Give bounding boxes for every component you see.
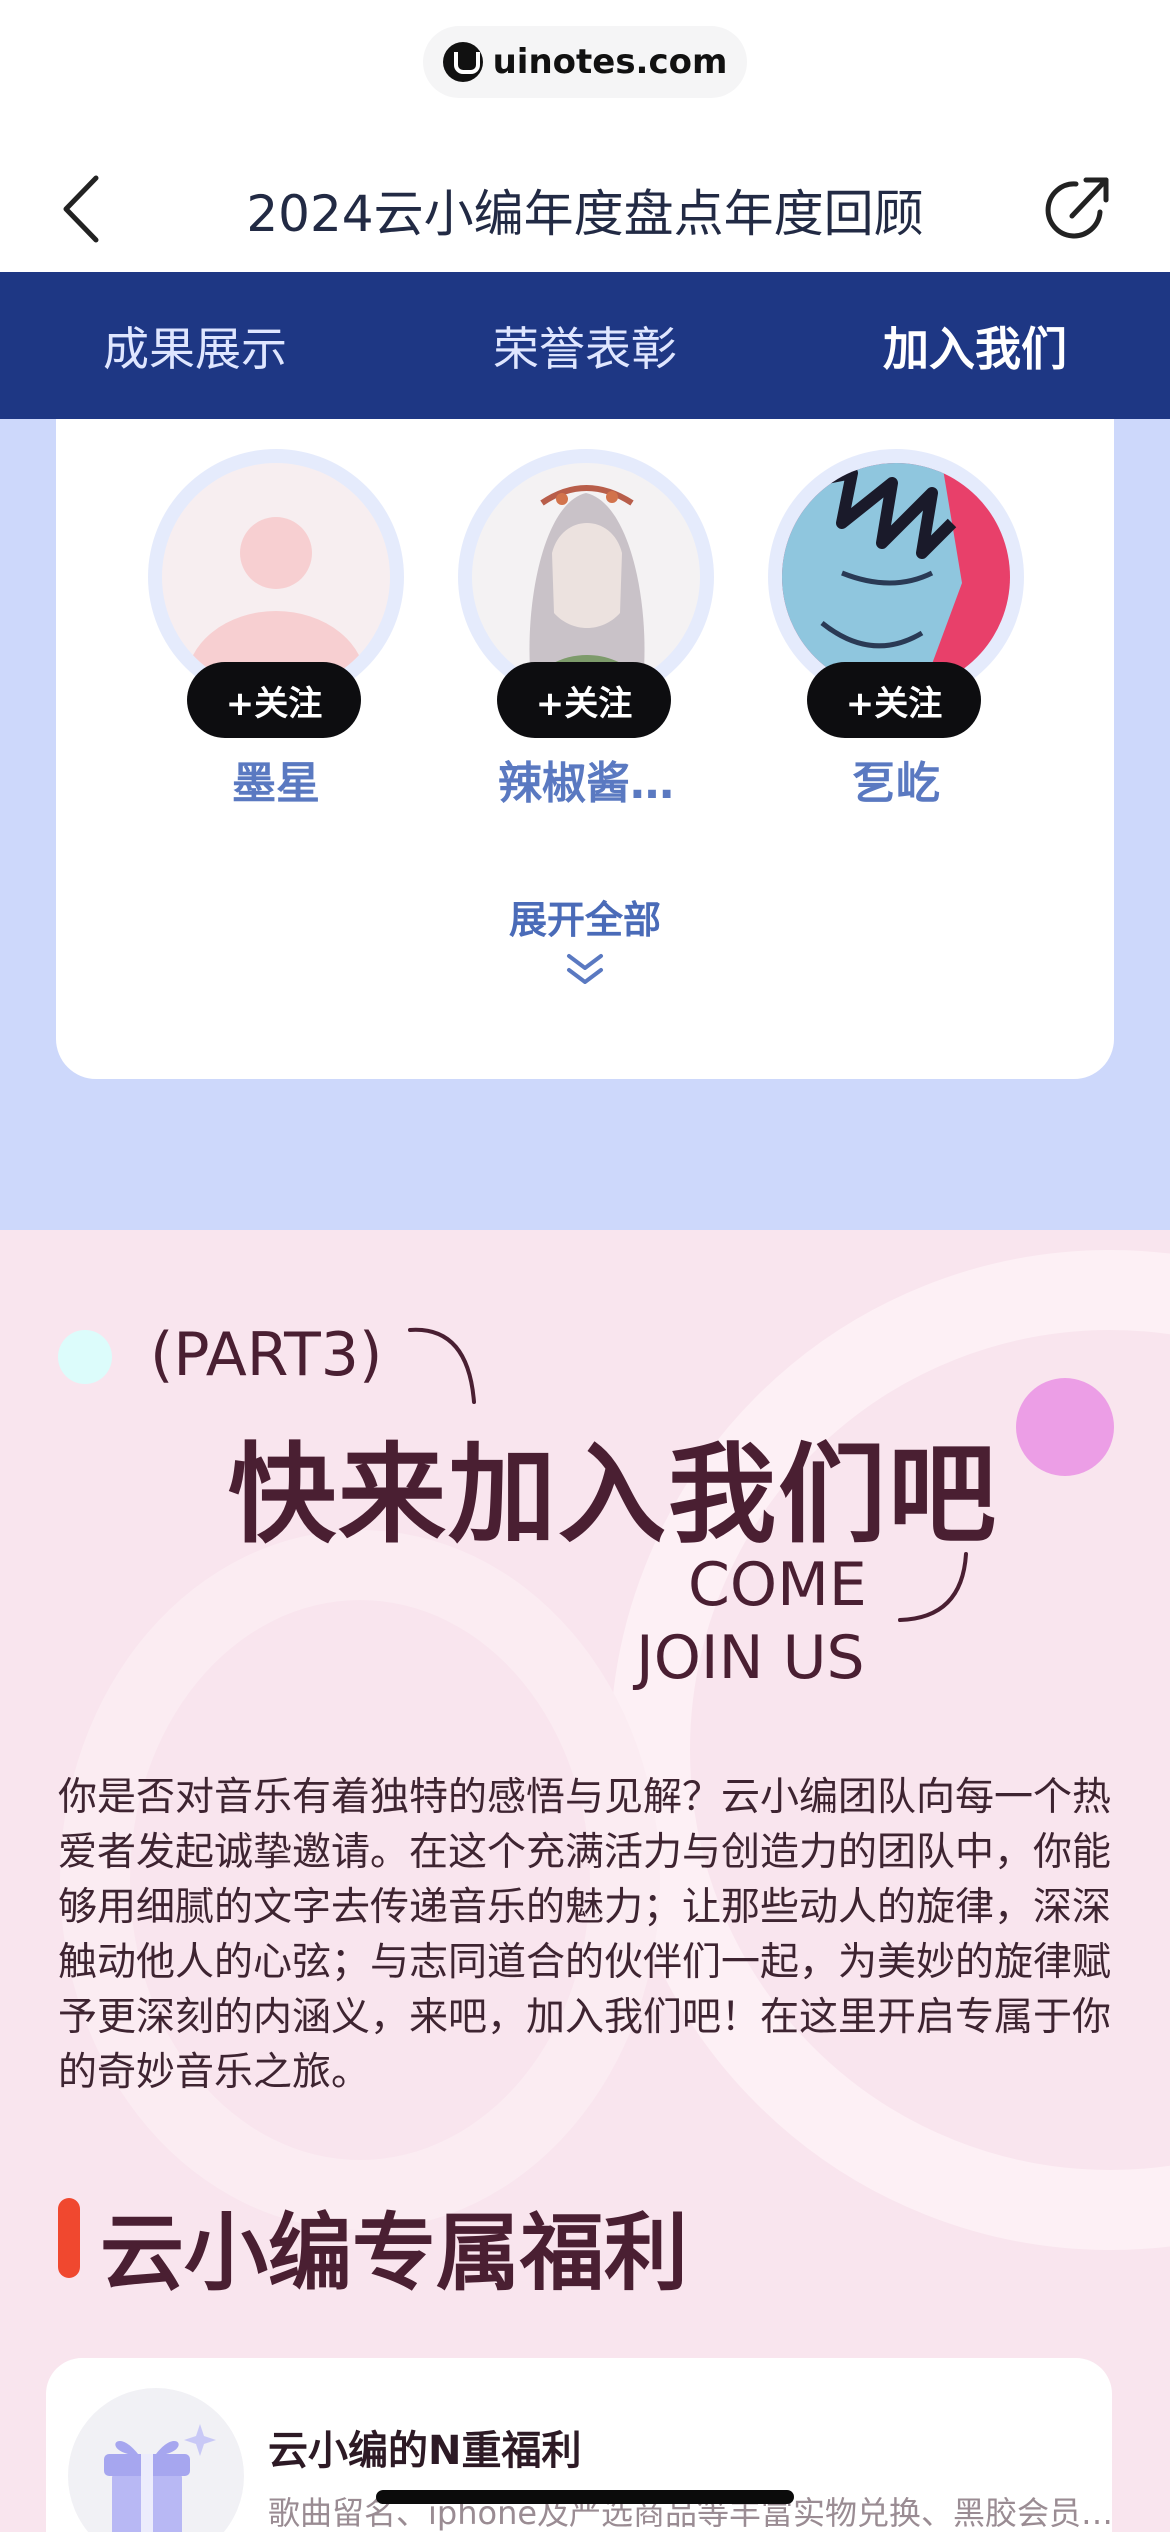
url-bar: uinotes.com — [0, 26, 1170, 98]
subtitle-come: COME — [688, 1550, 867, 1620]
share-icon[interactable] — [1042, 172, 1114, 244]
tab-bar: 成果展示 荣誉表彰 加入我们 — [0, 272, 1170, 419]
member-name[interactable]: 辣椒酱… — [456, 747, 716, 811]
follow-button[interactable]: +关注 — [497, 662, 671, 738]
back-arrow-icon[interactable] — [56, 174, 126, 244]
gift-icon — [68, 2388, 244, 2532]
benefits-section-title: 云小编专属福利 — [100, 2204, 689, 2302]
follow-button[interactable]: +关注 — [187, 662, 361, 738]
subtitle-join-us: JOIN US — [636, 1623, 865, 1693]
tab-join-us[interactable]: 加入我们 — [780, 272, 1170, 419]
intro-paragraph: 你是否对音乐有着独特的感悟与见解？云小编团队向每一个热爱者发起诚挚邀请。在这个充… — [58, 1775, 1112, 2095]
members-section: +关注 墨星 +关注 辣椒酱… +关注 乭屹 展开全部 — [0, 419, 1170, 1230]
url-pill[interactable]: uinotes.com — [422, 26, 748, 98]
join-us-section: (PART3) 快来加入我们吧 COME JOIN US 你是否对音乐有着独特的… — [0, 1230, 1170, 2532]
double-chevron-down-icon[interactable] — [563, 950, 607, 990]
decorative-curve-icon — [898, 1552, 968, 1622]
decorative-dot — [1016, 1378, 1114, 1476]
benefit-title: 云小编的N重福利 — [268, 2428, 582, 2474]
follow-button[interactable]: +关注 — [807, 662, 981, 738]
part-label: (PART3) — [150, 1320, 383, 1390]
default-avatar[interactable] — [162, 463, 390, 691]
tab-achievements[interactable]: 成果展示 — [0, 272, 390, 419]
member-item[interactable]: +关注 墨星 — [146, 449, 406, 829]
page-title: 2024云小编年度盘点年度回顾 — [246, 185, 924, 243]
tab-honors[interactable]: 荣誉表彰 — [390, 272, 780, 419]
member-item[interactable]: +关注 辣椒酱… — [456, 449, 716, 829]
page-header: 2024云小编年度盘点年度回顾 — [0, 150, 1170, 270]
boy-illustration-avatar[interactable] — [782, 463, 1010, 691]
expand-all-label[interactable]: 展开全部 — [56, 889, 1114, 944]
home-indicator[interactable] — [376, 2490, 794, 2504]
member-item[interactable]: +关注 乭屹 — [766, 449, 1026, 829]
expand-all[interactable]: 展开全部 — [56, 889, 1114, 990]
section-hero-title: 快来加入我们吧 — [228, 1433, 999, 1558]
section-accent-bar — [58, 2198, 80, 2278]
member-name[interactable]: 墨星 — [146, 747, 406, 811]
girl-illustration-avatar[interactable] — [472, 463, 700, 691]
member-name[interactable]: 乭屹 — [766, 747, 1026, 811]
benefit-card[interactable]: 云小编的N重福利 歌曲留名、iphone及严选商品等丰富实物兑换、黑胶会员… — [46, 2358, 1113, 2532]
member-list: +关注 墨星 +关注 辣椒酱… +关注 乭屹 — [146, 449, 1026, 829]
uinotes-logo-icon — [442, 42, 483, 82]
members-card: +关注 墨星 +关注 辣椒酱… +关注 乭屹 展开全部 — [56, 419, 1114, 1079]
decorative-dot — [58, 1330, 112, 1384]
decorative-curve-icon — [408, 1327, 476, 1404]
url-text: uinotes.com — [492, 42, 728, 82]
